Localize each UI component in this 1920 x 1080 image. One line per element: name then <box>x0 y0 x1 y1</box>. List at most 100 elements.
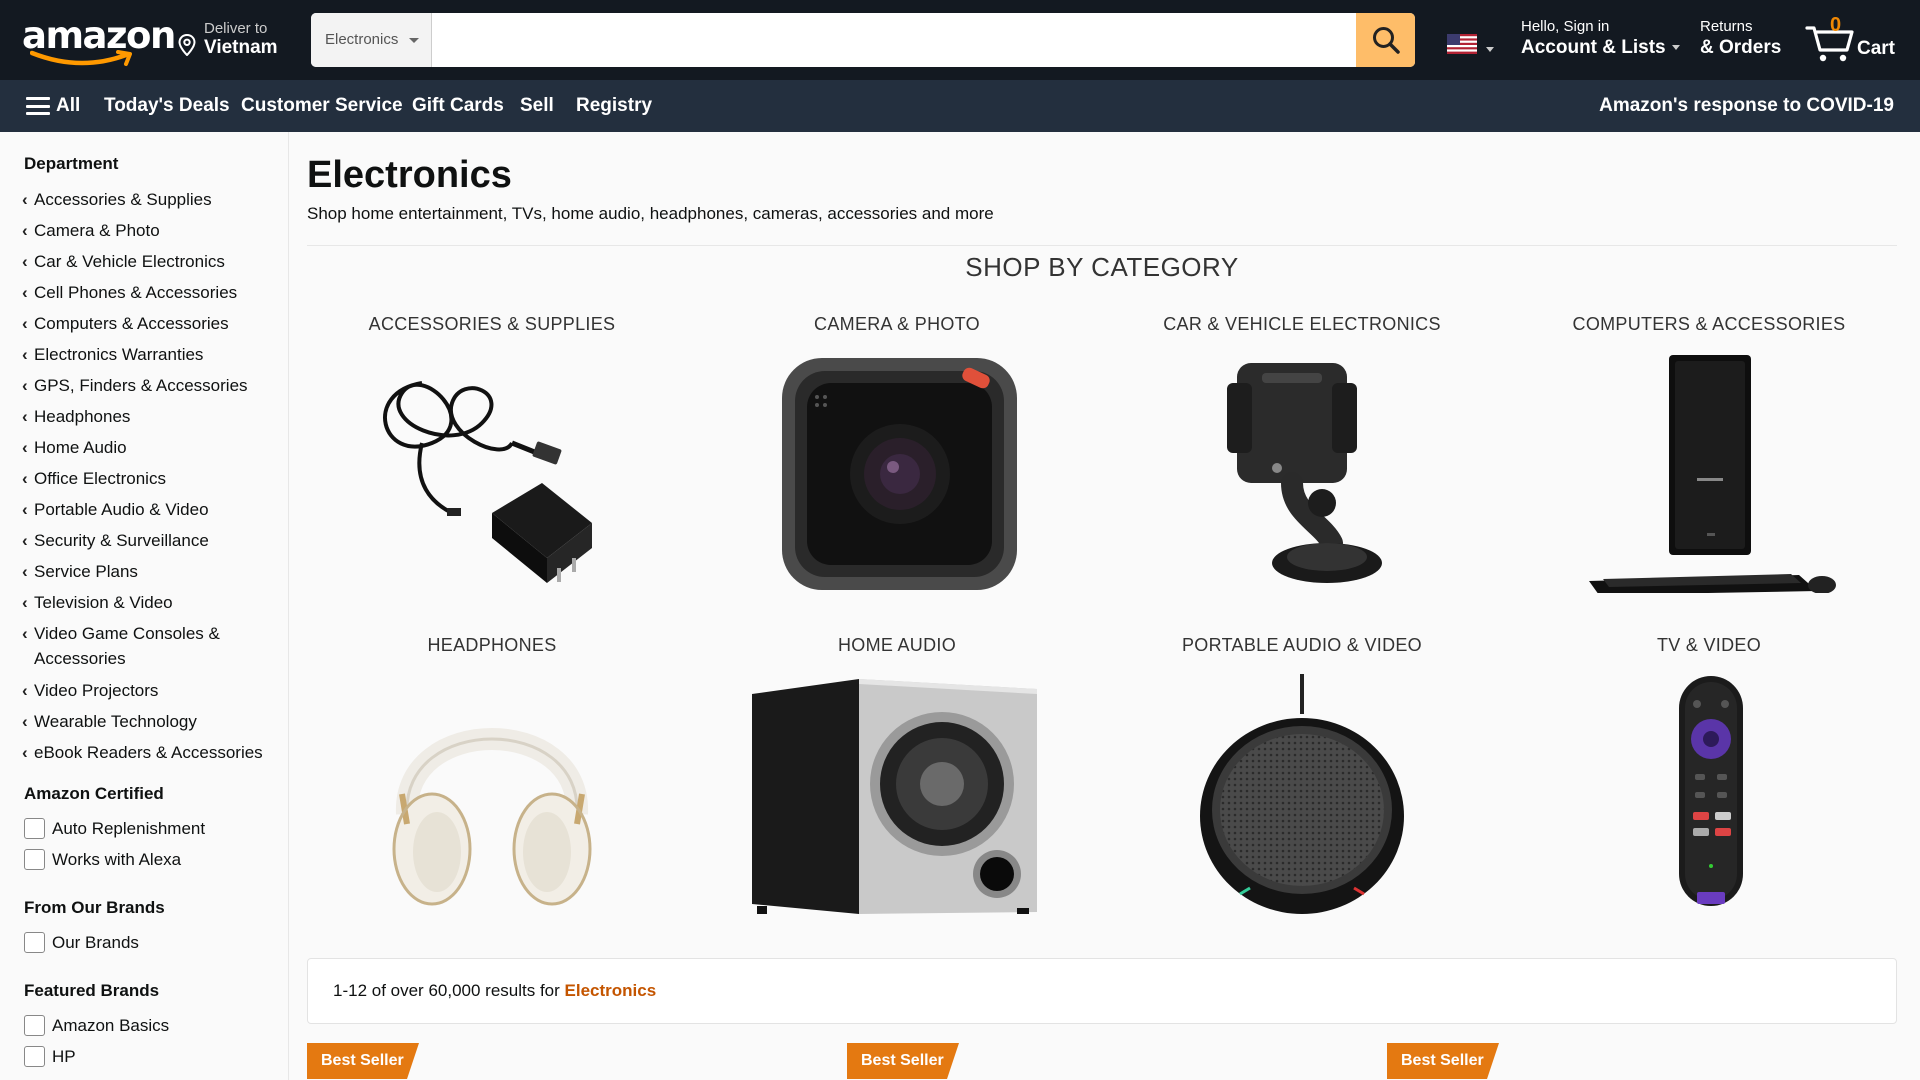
account-lists-label: Account & Lists <box>1521 37 1666 58</box>
all-menu-button[interactable]: All <box>26 80 80 132</box>
hamburger-menu-icon <box>26 97 50 115</box>
department-link[interactable]: ‹ Service Plans <box>22 559 138 584</box>
cart-button[interactable]: 0 Cart <box>1805 14 1905 64</box>
category-label: HEADPHONES <box>427 635 557 655</box>
divider <box>307 245 1897 246</box>
category-tile-camera-photo[interactable]: CAMERA & PHOTO <box>747 314 1047 593</box>
filter-checkbox-amazon-basics[interactable]: Amazon Basics <box>24 1014 169 1037</box>
search-icon <box>1372 27 1400 54</box>
nav-todays-deals[interactable]: Today's Deals <box>104 80 230 132</box>
page-title: Electronics <box>307 154 512 196</box>
filter-checkbox-hp[interactable]: HP <box>24 1045 76 1068</box>
department-link[interactable]: ‹ Cell Phones & Accessories <box>22 280 237 305</box>
subwoofer-icon <box>752 679 1037 914</box>
best-seller-badge: Best Seller <box>1387 1043 1499 1079</box>
best-seller-badge: Best Seller <box>307 1043 419 1079</box>
chevron-left-icon: ‹ <box>22 593 28 612</box>
chevron-left-icon: ‹ <box>22 438 28 457</box>
department-link[interactable]: ‹ Television & Video <box>22 590 173 615</box>
amazon-logo[interactable]: amazon <box>22 14 176 66</box>
department-link[interactable]: ‹ Office Electronics <box>22 466 166 491</box>
chevron-left-icon: ‹ <box>22 221 28 240</box>
checkbox[interactable] <box>24 817 45 839</box>
department-link[interactable]: ‹ Electronics Warranties <box>22 342 203 367</box>
cart-label: Cart <box>1857 38 1896 59</box>
us-flag-icon[interactable] <box>1447 34 1477 54</box>
search-button[interactable] <box>1356 13 1415 67</box>
category-label: CAR & VEHICLE ELECTRONICS <box>1163 314 1441 334</box>
search-input[interactable] <box>432 13 1356 67</box>
shop-by-category-heading: SHOP BY CATEGORY <box>965 252 1239 282</box>
category-tile-car-vehicle-electronics[interactable]: CAR & VEHICLE ELECTRONICS <box>1152 314 1452 593</box>
deliver-country: Vietnam <box>204 37 278 58</box>
department-link[interactable]: ‹ Computers & Accessories <box>22 311 229 336</box>
nav-registry[interactable]: Registry <box>576 80 652 132</box>
department-link[interactable]: ‹ Portable Audio & Video <box>22 497 209 522</box>
chevron-left-icon: ‹ <box>22 314 28 333</box>
department-link[interactable]: ‹ Video Projectors <box>22 678 158 703</box>
chevron-left-icon: ‹ <box>22 376 28 395</box>
department-link[interactable]: ‹ Camera & Photo <box>22 218 160 243</box>
nav-customer-service[interactable]: Customer Service <box>241 80 403 132</box>
checkbox[interactable] <box>24 931 45 953</box>
department-link[interactable]: ‹ Security & Surveillance <box>22 528 209 553</box>
results-count-text: 1-12 of over 60,000 results for <box>333 981 565 1000</box>
department-link[interactable]: ‹ Headphones <box>22 404 130 429</box>
category-tile-home-audio[interactable]: HOME AUDIO <box>747 635 1047 914</box>
department-heading: Department <box>24 154 119 173</box>
secondary-navigation-bar: All Today's Deals Customer Service Gift … <box>0 80 1920 132</box>
language-chevron-down-icon[interactable] <box>1486 47 1494 52</box>
chevron-left-icon: ‹ <box>22 283 28 302</box>
checkbox[interactable] <box>24 1014 45 1036</box>
all-menu-label: All <box>56 95 81 116</box>
logo-smile-icon <box>30 50 132 66</box>
chevron-left-icon: ‹ <box>22 252 28 271</box>
chevron-left-icon: ‹ <box>22 562 28 581</box>
speakerphone-icon <box>1200 674 1404 914</box>
department-link[interactable]: ‹ Video Game Consoles & <box>22 621 220 646</box>
remote-control-icon <box>1679 676 1743 906</box>
category-label: PORTABLE AUDIO & VIDEO <box>1181 635 1422 655</box>
main-content: Electronics Shop home entertainment, TVs… <box>307 132 1897 1080</box>
search-category-dropdown[interactable]: Electronics <box>311 13 432 67</box>
filter-sidebar: Department ‹ Accessories & Supplies ‹ Came… <box>0 132 289 1080</box>
chevron-left-icon: ‹ <box>22 469 28 488</box>
filter-checkbox-works-with-alexa[interactable]: Works with Alexa <box>24 848 181 871</box>
chevron-left-icon: ‹ <box>22 743 28 762</box>
chevron-left-icon: ‹ <box>22 190 28 209</box>
category-tile-accessories-supplies[interactable]: ACCESSORIES & SUPPLIES <box>342 314 642 593</box>
department-link[interactable]: ‹ Accessories & Supplies <box>22 187 212 212</box>
results-query: Electronics <box>564 981 657 1000</box>
department-link[interactable]: ‹ Car & Vehicle Electronics <box>22 249 225 274</box>
chevron-down-icon <box>1671 45 1680 51</box>
featured-brands-heading: Featured Brands <box>24 981 160 1000</box>
returns-and-orders[interactable]: Returns & Orders <box>1700 18 1781 59</box>
search-category-value: Electronics <box>325 31 399 48</box>
nav-sell[interactable]: Sell <box>520 80 554 132</box>
department-link[interactable]: ‹ GPS, Finders & Accessories <box>22 373 248 398</box>
from-our-brands-heading: From Our Brands <box>24 898 165 917</box>
department-link[interactable]: ‹ Home Audio <box>22 435 127 460</box>
department-link-continued[interactable]: Accessories <box>34 646 126 671</box>
category-label: COMPUTERS & ACCESSORIES <box>1572 314 1846 334</box>
chevron-left-icon: ‹ <box>22 712 28 731</box>
department-link[interactable]: ‹ eBook Readers & Accessories <box>22 740 263 765</box>
category-tile-computers-accessories[interactable]: COMPUTERS & ACCESSORIES <box>1559 314 1859 595</box>
nav-gift-cards[interactable]: Gift Cards <box>412 80 504 132</box>
checkbox[interactable] <box>24 1045 45 1067</box>
filter-checkbox-auto-replenishment[interactable]: Auto Replenishment <box>24 817 205 840</box>
category-tile-portable-audio-video[interactable]: PORTABLE AUDIO & VIDEO <box>1152 635 1452 914</box>
department-link[interactable]: ‹ Wearable Technology <box>22 709 197 734</box>
covid-response-link[interactable]: Amazon's response to COVID-19 <box>1599 80 1894 132</box>
category-tile-tv-video[interactable]: TV & VIDEO <box>1559 635 1859 914</box>
page-subtitle: Shop home entertainment, TVs, home audio… <box>307 204 994 223</box>
checkbox[interactable] <box>24 848 45 870</box>
chevron-left-icon: ‹ <box>22 681 28 700</box>
chevron-down-icon <box>409 38 419 43</box>
account-and-lists[interactable]: Hello, Sign in Account & Lists <box>1521 18 1680 59</box>
location-pin-icon <box>178 34 196 56</box>
filter-checkbox-our-brands[interactable]: Our Brands <box>24 931 139 954</box>
action-camera-icon <box>782 358 1017 590</box>
usb-cable-charger-icon <box>383 381 592 583</box>
category-tile-headphones[interactable]: HEADPHONES <box>342 635 642 914</box>
